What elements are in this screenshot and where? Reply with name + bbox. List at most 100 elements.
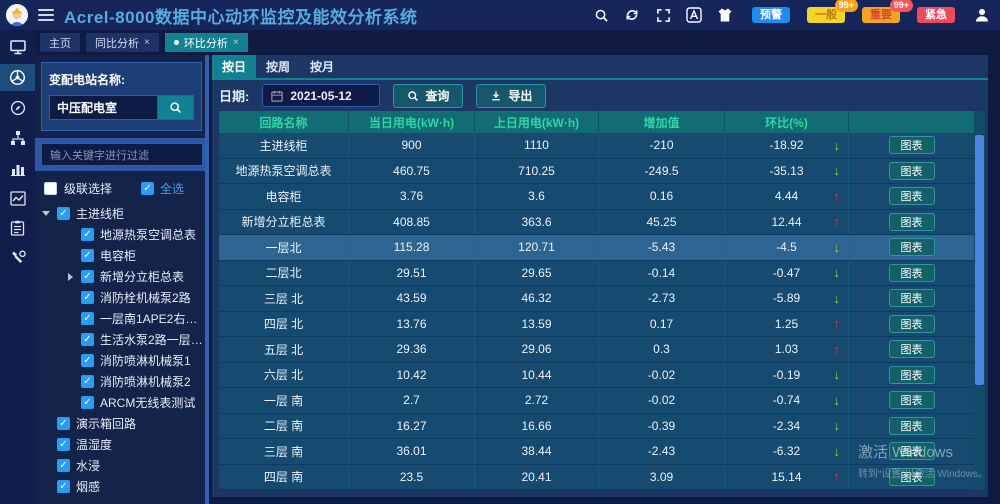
table-scrollbar-track[interactable] [974, 111, 985, 490]
cascade-checkbox[interactable] [44, 182, 57, 195]
chart-button[interactable]: 图表 [889, 238, 935, 256]
close-tab-icon[interactable]: × [233, 37, 239, 48]
tree-checkbox[interactable]: ✓ [81, 228, 94, 241]
table-row-电容柜[interactable]: 电容柜3.763.60.164.44↑图表 [219, 184, 974, 210]
tree-checkbox[interactable]: ✓ [81, 270, 94, 283]
export-button[interactable]: 导出 [476, 84, 546, 108]
table-row-五层 北[interactable]: 五层 北29.3629.060.31.03↑图表 [219, 337, 974, 363]
tree-item-水浸[interactable]: ✓水浸 [39, 455, 209, 476]
tree-item-演示箱回路[interactable]: ✓演示箱回路 [39, 413, 209, 434]
table-row-主进线柜[interactable]: 主进线柜9001110-210-18.92↓图表 [219, 133, 974, 159]
tree-item-一层南1APE2右一层北1APE1左[interactable]: ✓一层南1APE2右一层北1APE1左 [39, 308, 209, 329]
search-icon[interactable] [593, 7, 609, 23]
chart-button[interactable]: 图表 [889, 289, 935, 307]
period-tab-按日[interactable]: 按日 [212, 55, 256, 78]
tree-checkbox[interactable]: ✓ [81, 249, 94, 262]
query-button[interactable]: 查询 [393, 84, 463, 108]
station-name-input[interactable]: 中压配电室 [49, 95, 158, 120]
chart-button[interactable]: 图表 [889, 366, 935, 384]
translate-icon[interactable] [686, 7, 702, 23]
rail-item-bar-chart[interactable] [0, 155, 35, 181]
tree-item-地源热泵空调总表[interactable]: ✓地源热泵空调总表 [39, 224, 209, 245]
tree-checkbox[interactable]: ✓ [81, 354, 94, 367]
alarm-badge-重要[interactable]: 重要99+ [862, 7, 900, 23]
tree-checkbox[interactable]: ✓ [81, 312, 94, 325]
theme-shirt-icon[interactable] [717, 7, 733, 23]
nav-tab-同比分析[interactable]: 同比分析× [86, 33, 159, 52]
refresh-icon[interactable] [624, 7, 640, 23]
chart-button[interactable]: 图表 [889, 468, 935, 486]
avatar[interactable] [6, 4, 28, 26]
tree-checkbox[interactable]: ✓ [57, 480, 70, 493]
chart-button[interactable]: 图表 [889, 315, 935, 333]
alarm-badge-预警[interactable]: 预警 [752, 7, 790, 23]
table-row-四层 南[interactable]: 四层 南23.520.413.0915.14↑图表 [219, 465, 974, 491]
table-row-二层 南[interactable]: 二层 南16.2716.66-0.39-2.34↓图表 [219, 414, 974, 440]
tree-item-消防栓机械泵2路[interactable]: ✓消防栓机械泵2路 [39, 287, 209, 308]
alarm-badge-紧急[interactable]: 紧急 [917, 7, 955, 23]
period-tab-按周[interactable]: 按周 [256, 55, 300, 78]
fullscreen-icon[interactable] [655, 7, 671, 23]
chart-button[interactable]: 图表 [889, 162, 935, 180]
tree-checkbox[interactable]: ✓ [57, 438, 70, 451]
today-usage-cell: 460.75 [349, 159, 475, 184]
rail-item-topology[interactable] [0, 125, 35, 151]
chart-button[interactable]: 图表 [889, 442, 935, 460]
station-search-button[interactable] [158, 95, 194, 120]
tree-item-生活水泵2路一层弱电房[interactable]: ✓生活水泵2路一层弱电房 [39, 329, 209, 350]
tree-checkbox[interactable]: ✓ [81, 291, 94, 304]
chart-button[interactable]: 图表 [889, 417, 935, 435]
tree-checkbox[interactable]: ✓ [81, 333, 94, 346]
tree-checkbox[interactable]: ✓ [57, 417, 70, 430]
tree-item-新增分立柜总表[interactable]: ✓新增分立柜总表 [39, 266, 209, 287]
date-picker[interactable]: 2021-05-12 [262, 84, 380, 107]
tree-item-温湿度[interactable]: ✓温湿度 [39, 434, 209, 455]
chart-button[interactable]: 图表 [889, 187, 935, 205]
table-row-六层 北[interactable]: 六层 北10.4210.44-0.02-0.19↓图表 [219, 363, 974, 389]
tree-checkbox[interactable]: ✓ [57, 207, 70, 220]
chart-button[interactable]: 图表 [889, 391, 935, 409]
table-row-地源热泵空调总表[interactable]: 地源热泵空调总表460.75710.25-249.5-35.13↓图表 [219, 159, 974, 185]
rail-item-screen[interactable] [0, 34, 35, 60]
table-row-一层 南[interactable]: 一层 南2.72.72-0.02-0.74↓图表 [219, 388, 974, 414]
table-row-三层 北[interactable]: 三层 北43.5946.32-2.73-5.89↓图表 [219, 286, 974, 312]
rail-item-dashboard[interactable] [0, 64, 35, 91]
nav-tab-主页[interactable]: 主页 [40, 33, 80, 52]
alarm-badge-一般[interactable]: 一般99+ [807, 7, 845, 23]
rail-item-trend-chart[interactable] [0, 185, 35, 211]
chart-button[interactable]: 图表 [889, 340, 935, 358]
tree-checkbox[interactable]: ✓ [81, 396, 94, 409]
table-row-一层北[interactable]: 一层北115.28120.71-5.43-4.5↓图表 [219, 235, 974, 261]
tree-item-电容柜[interactable]: ✓电容柜 [39, 245, 209, 266]
date-label: 日期: [219, 86, 249, 105]
tree-checkbox[interactable]: ✓ [81, 375, 94, 388]
user-icon[interactable] [974, 7, 990, 23]
table-row-四层 北[interactable]: 四层 北13.7613.590.171.25↑图表 [219, 312, 974, 338]
tree-item-主进线柜[interactable]: ✓主进线柜 [39, 203, 209, 224]
tree-filter-input[interactable]: 输入关键字进行过滤 [41, 143, 203, 166]
nav-tab-环比分析[interactable]: 环比分析× [165, 33, 248, 52]
column-header-actions [849, 111, 974, 133]
caret-down-icon[interactable] [41, 211, 51, 216]
tree-item-烟感[interactable]: ✓烟感 [39, 476, 209, 497]
period-tab-按月[interactable]: 按月 [300, 55, 344, 78]
rail-item-report[interactable] [0, 215, 35, 241]
menu-toggle-icon[interactable] [38, 9, 54, 21]
chart-button[interactable]: 图表 [889, 264, 935, 282]
table-row-三层 南[interactable]: 三层 南36.0138.44-2.43-6.32↓图表 [219, 439, 974, 465]
caret-right-icon[interactable] [65, 273, 75, 281]
close-tab-icon[interactable]: × [144, 37, 150, 48]
chart-button[interactable]: 图表 [889, 213, 935, 231]
table-row-二层北[interactable]: 二层北29.5129.65-0.14-0.47↓图表 [219, 261, 974, 287]
tree-checkbox[interactable]: ✓ [57, 459, 70, 472]
chart-button[interactable]: 图表 [889, 136, 935, 154]
sidebar-scrollbar[interactable] [205, 55, 209, 504]
table-row-新增分立柜总表[interactable]: 新增分立柜总表408.85363.645.2512.44↑图表 [219, 210, 974, 236]
tree-item-ARCM无线表测试[interactable]: ✓ARCM无线表测试 [39, 392, 209, 413]
select-all-checkbox[interactable]: ✓ [141, 182, 154, 195]
rail-item-compass[interactable] [0, 95, 35, 121]
table-scrollbar-thumb[interactable] [975, 135, 984, 385]
tree-item-消防喷淋机械泵2[interactable]: ✓消防喷淋机械泵2 [39, 371, 209, 392]
rail-item-tools[interactable] [0, 245, 35, 271]
tree-item-消防喷淋机械泵1[interactable]: ✓消防喷淋机械泵1 [39, 350, 209, 371]
